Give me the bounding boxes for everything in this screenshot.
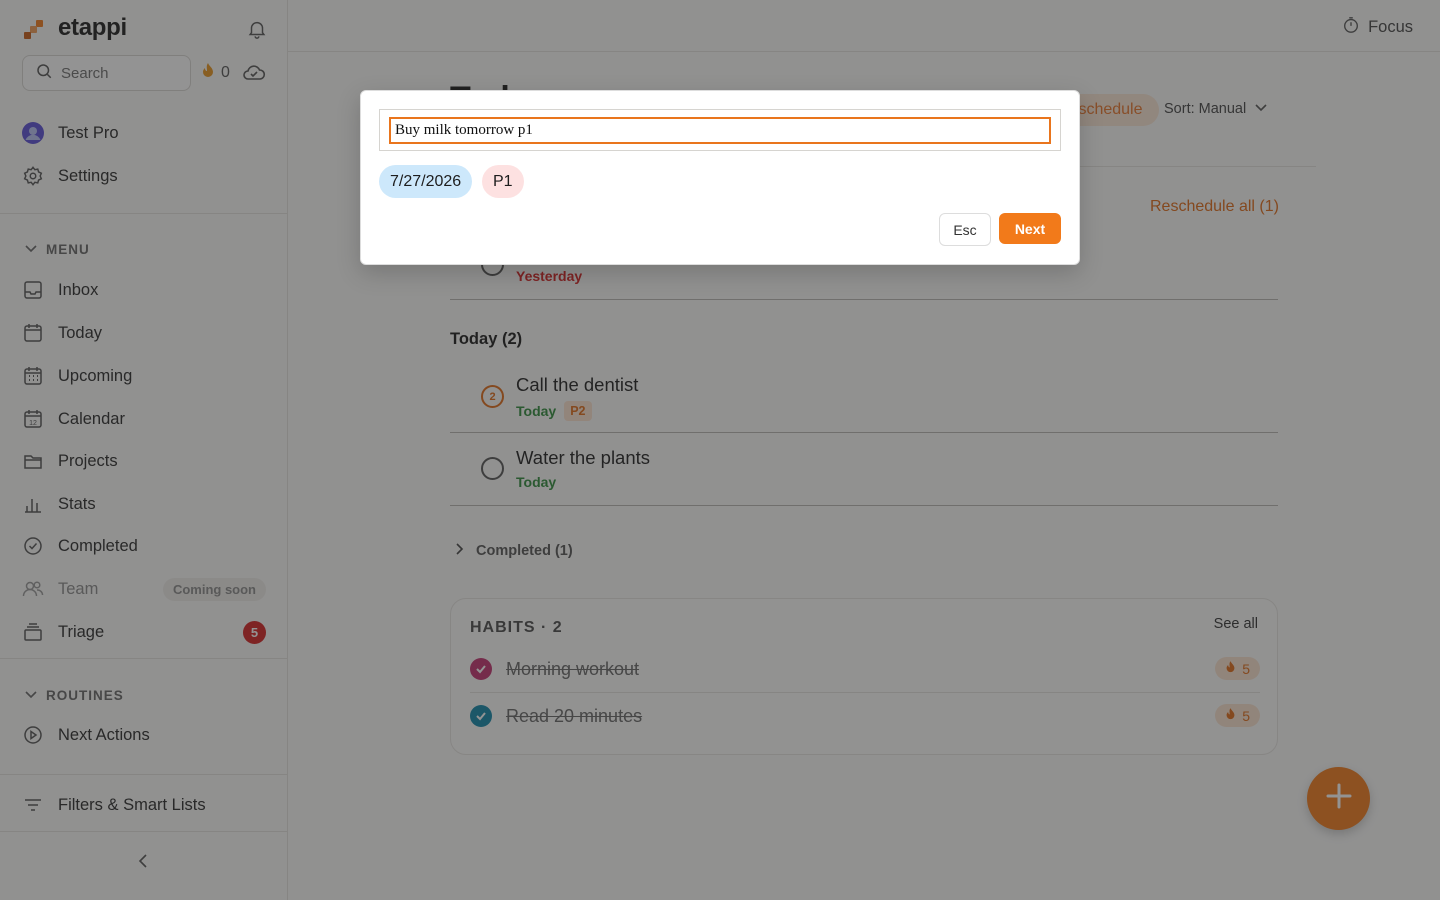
next-button[interactable]: Next — [999, 213, 1061, 244]
task-input[interactable] — [389, 117, 1051, 144]
date-chip[interactable]: 7/27/2026 — [379, 165, 473, 198]
priority-chip[interactable]: P1 — [482, 165, 524, 198]
quick-add-dialog: 7/27/2026 P1 Esc Next — [360, 90, 1080, 265]
task-input-container — [379, 109, 1061, 151]
esc-button[interactable]: Esc — [939, 213, 991, 246]
